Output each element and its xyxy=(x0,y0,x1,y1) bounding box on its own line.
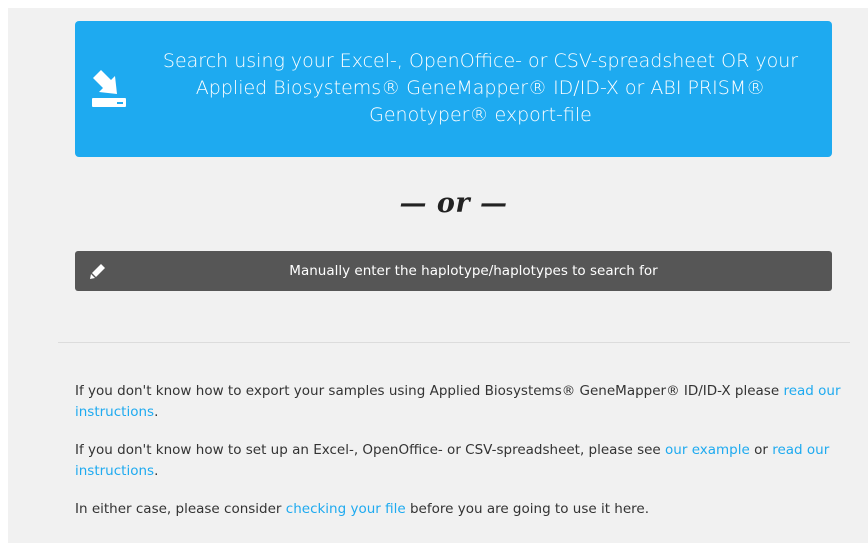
or-divider: — or — xyxy=(399,188,508,219)
check-file-text: In either case, please consider checking… xyxy=(75,499,845,520)
check-file-prefix: In either case, please consider xyxy=(75,501,286,517)
spreadsheet-instructions-end: . xyxy=(154,463,159,479)
spreadsheet-instructions-prefix: If you don't know how to set up an Excel… xyxy=(75,442,666,458)
our-example-link[interactable]: our example xyxy=(665,442,750,458)
spreadsheet-instructions-text: If you don't know how to set up an Excel… xyxy=(75,440,845,482)
manual-entry-button[interactable]: Manually enter the haplotype/haplotypes … xyxy=(75,251,832,291)
export-instructions-text: If you don't know how to export your sam… xyxy=(75,381,845,423)
checking-your-file-link[interactable]: checking your file xyxy=(286,501,406,517)
check-file-end: before you are going to use it here. xyxy=(405,501,650,517)
upload-file-button[interactable]: Search using your Excel-, OpenOffice- or… xyxy=(75,21,832,157)
upload-button-label: Search using your Excel-, OpenOffice- or… xyxy=(162,50,799,126)
spreadsheet-instructions-or: or xyxy=(749,442,773,458)
export-instructions-end: . xyxy=(154,404,159,420)
upload-icon xyxy=(92,70,126,107)
section-divider xyxy=(58,342,850,343)
pencil-icon xyxy=(90,264,105,279)
manual-entry-label: Manually enter the haplotype/haplotypes … xyxy=(289,263,658,279)
export-instructions-prefix: If you don't know how to export your sam… xyxy=(75,383,784,399)
